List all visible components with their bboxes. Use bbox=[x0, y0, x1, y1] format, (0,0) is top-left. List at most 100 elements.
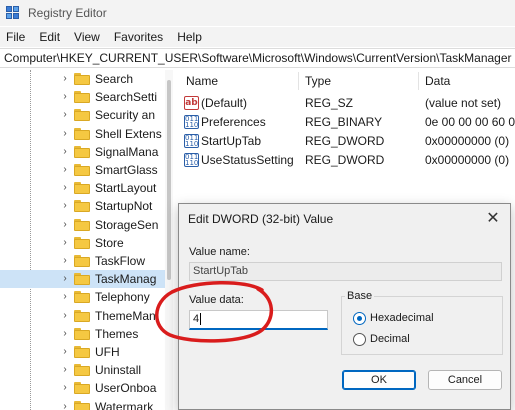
base-label: Base bbox=[345, 290, 375, 302]
expand-chevron-icon[interactable]: › bbox=[60, 398, 70, 410]
expand-chevron-icon[interactable]: › bbox=[60, 197, 70, 215]
column-divider[interactable] bbox=[298, 72, 299, 90]
tree-item[interactable]: › Search bbox=[0, 70, 165, 88]
value-row[interactable]: ab (Default) REG_SZ (value not set) bbox=[178, 94, 515, 113]
folder-icon bbox=[74, 236, 90, 249]
expand-chevron-icon[interactable]: › bbox=[60, 343, 70, 361]
value-data-text: 4 bbox=[193, 313, 200, 325]
tree-item[interactable]: › StorageSen bbox=[0, 216, 165, 234]
value-type: REG_BINARY bbox=[305, 115, 383, 129]
expand-chevron-icon[interactable]: › bbox=[60, 88, 70, 106]
tree-item-label: Watermark bbox=[95, 399, 154, 410]
folder-icon bbox=[74, 200, 90, 213]
expand-chevron-icon[interactable]: › bbox=[60, 70, 70, 88]
title-bar: Registry Editor bbox=[0, 0, 515, 26]
tree-item[interactable]: › StartupNot bbox=[0, 197, 165, 215]
expand-chevron-icon[interactable]: › bbox=[60, 307, 70, 325]
tree-item[interactable]: › Uninstall bbox=[0, 361, 165, 379]
binary-value-icon: 011 110 bbox=[184, 115, 199, 129]
menu-file[interactable]: File bbox=[0, 30, 32, 44]
expand-chevron-icon[interactable]: › bbox=[60, 379, 70, 397]
value-data: 0x00000000 (0) bbox=[425, 134, 510, 148]
tree-scrollbar-thumb[interactable] bbox=[167, 80, 171, 280]
hexadecimal-label[interactable]: Hexadecimal bbox=[370, 312, 434, 324]
value-row[interactable]: 011 110 UseStatusSetting REG_DWORD 0x0000000… bbox=[178, 151, 515, 170]
value-name: StartUpTab bbox=[201, 134, 262, 148]
radio-selected-icon[interactable] bbox=[353, 311, 366, 325]
window-title: Registry Editor bbox=[28, 6, 107, 20]
column-divider[interactable] bbox=[418, 72, 419, 90]
address-bar[interactable]: Computer\HKEY_CURRENT_USER\Software\Micr… bbox=[0, 48, 515, 68]
folder-icon bbox=[74, 382, 90, 395]
value-name-field: StartUpTab bbox=[189, 262, 502, 281]
column-header-name[interactable]: Name bbox=[186, 74, 218, 88]
expand-chevron-icon[interactable]: › bbox=[60, 179, 70, 197]
expand-chevron-icon[interactable]: › bbox=[60, 270, 70, 288]
menu-favorites[interactable]: Favorites bbox=[107, 30, 170, 44]
folder-icon bbox=[74, 273, 90, 286]
tree-item[interactable]: › Shell Extens bbox=[0, 125, 165, 143]
decimal-radio[interactable]: Decimal bbox=[353, 331, 410, 347]
tree-item-label: Shell Extens bbox=[95, 126, 162, 141]
cancel-button[interactable]: Cancel bbox=[428, 370, 502, 390]
tree-item[interactable]: › TaskFlow bbox=[0, 252, 165, 270]
menu-edit[interactable]: Edit bbox=[32, 30, 67, 44]
expand-chevron-icon[interactable]: › bbox=[60, 252, 70, 270]
value-data: 0x00000000 (0) bbox=[425, 153, 510, 167]
radio-unselected-icon[interactable] bbox=[353, 332, 366, 346]
value-data-label: Value data: bbox=[189, 294, 244, 306]
tree-item[interactable]: › Telephony bbox=[0, 288, 165, 306]
tree-item-label: StartupNot bbox=[95, 199, 153, 214]
decimal-label[interactable]: Decimal bbox=[370, 333, 410, 345]
tree-item-label: Store bbox=[95, 235, 124, 250]
registry-key-tree: › Search › SearchSetti › Security an › Shell Ex… bbox=[0, 70, 172, 410]
expand-chevron-icon[interactable]: › bbox=[60, 288, 70, 306]
value-name: UseStatusSetting bbox=[201, 153, 294, 167]
tree-item[interactable]: › Security an bbox=[0, 106, 165, 124]
folder-icon bbox=[74, 109, 90, 122]
folder-icon bbox=[74, 400, 90, 410]
menu-bar: File Edit View Favorites Help bbox=[0, 27, 515, 47]
expand-chevron-icon[interactable]: › bbox=[60, 325, 70, 343]
binary-value-icon: 011 110 bbox=[184, 153, 199, 167]
tree-scrollbar[interactable] bbox=[165, 70, 173, 410]
value-type: REG_DWORD bbox=[305, 134, 385, 148]
tree-item-label: Uninstall bbox=[95, 363, 142, 378]
tree-item[interactable]: › StartLayout bbox=[0, 179, 165, 197]
ok-button[interactable]: OK bbox=[342, 370, 416, 390]
tree-item[interactable]: › Watermark bbox=[0, 398, 165, 410]
expand-chevron-icon[interactable]: › bbox=[60, 361, 70, 379]
expand-chevron-icon[interactable]: › bbox=[60, 161, 70, 179]
expand-chevron-icon[interactable]: › bbox=[60, 143, 70, 161]
tree-item[interactable]: › SignalMana bbox=[0, 143, 165, 161]
expand-chevron-icon[interactable]: › bbox=[60, 234, 70, 252]
folder-icon bbox=[74, 309, 90, 322]
value-data-input[interactable]: 4 bbox=[189, 310, 328, 330]
tree-item[interactable]: › SearchSetti bbox=[0, 88, 165, 106]
value-row[interactable]: 011 110 Preferences REG_BINARY 0e 00 00 00 6… bbox=[178, 113, 515, 132]
menu-help[interactable]: Help bbox=[170, 30, 209, 44]
column-header-data[interactable]: Data bbox=[425, 74, 450, 88]
tree-item-label: SignalMana bbox=[95, 144, 159, 159]
tree-item[interactable]: › ThemeMan bbox=[0, 307, 165, 325]
hexadecimal-radio[interactable]: Hexadecimal bbox=[353, 310, 434, 326]
tree-item[interactable]: › SmartGlass bbox=[0, 161, 165, 179]
expand-chevron-icon[interactable]: › bbox=[60, 216, 70, 234]
value-name: Preferences bbox=[201, 115, 266, 129]
menu-view[interactable]: View bbox=[67, 30, 107, 44]
tree-item[interactable]: › Themes bbox=[0, 325, 165, 343]
expand-chevron-icon[interactable]: › bbox=[60, 106, 70, 124]
column-header-type[interactable]: Type bbox=[305, 74, 331, 88]
tree-item-label: Themes bbox=[95, 326, 139, 341]
tree-item-label: TaskManag bbox=[95, 272, 157, 287]
expand-chevron-icon[interactable]: › bbox=[60, 125, 70, 143]
tree-item[interactable]: › UFH bbox=[0, 343, 165, 361]
tree-item[interactable]: › Store bbox=[0, 234, 165, 252]
tree-item-label: StartLayout bbox=[95, 181, 157, 196]
close-icon[interactable]: ✕ bbox=[484, 210, 502, 228]
value-row[interactable]: 011 110 StartUpTab REG_DWORD 0x00000000 (0) bbox=[178, 132, 515, 151]
tree-item[interactable]: › UserOnboa bbox=[0, 379, 165, 397]
folder-icon bbox=[74, 145, 90, 158]
tree-item[interactable]: › TaskManag bbox=[0, 270, 165, 289]
edit-dword-dialog: Edit DWORD (32-bit) Value ✕ Value name: … bbox=[178, 203, 511, 410]
